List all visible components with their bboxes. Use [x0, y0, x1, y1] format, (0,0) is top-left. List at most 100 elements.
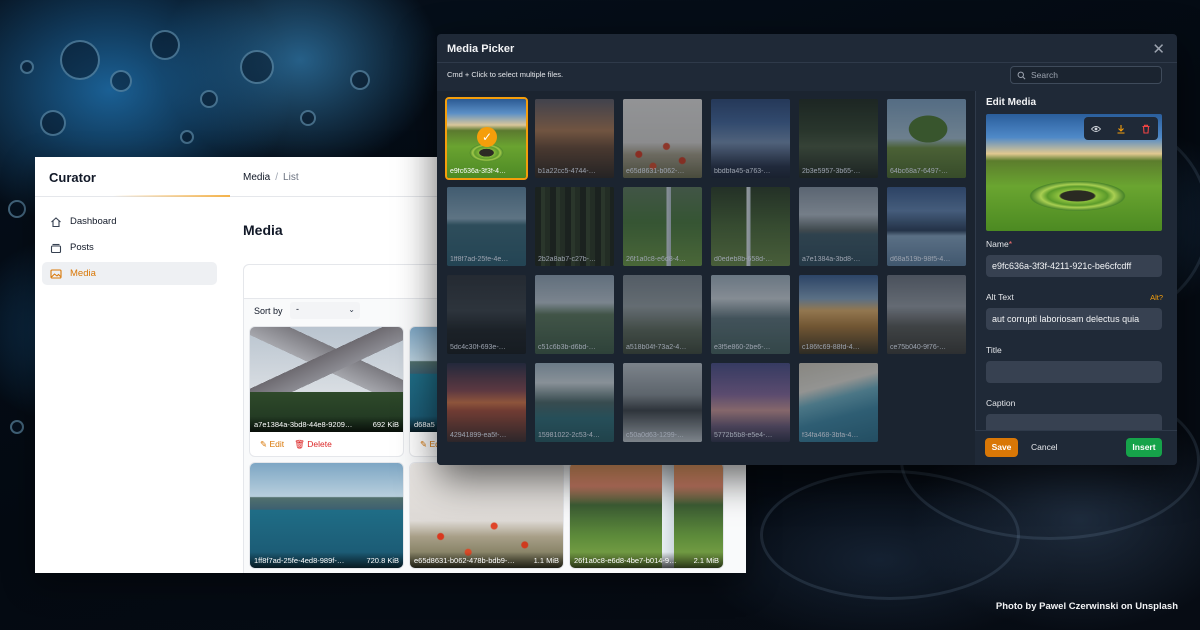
tile-filename: 26f1a0c8-e6d8-4… — [626, 256, 686, 263]
eye-icon[interactable] — [1091, 124, 1102, 134]
media-tile[interactable]: 64bc68a7-6497-… — [887, 99, 966, 178]
media-thumbnail[interactable]: 26f1a0c8-e6d8-4be7-b014-9… 2.1 MiB — [570, 463, 723, 568]
media-tile[interactable]: 1ff8f7ad-25fe-4e… — [447, 187, 526, 266]
tile-filename: d0edeb8b-658d-… — [714, 256, 773, 263]
tile-overlay — [535, 99, 614, 178]
media-tile[interactable]: bbdbfa45-a763-… — [711, 99, 790, 178]
tile-filename: bbdbfa45-a763-… — [714, 168, 771, 175]
media-tile[interactable]: e65d8631-b062-… — [623, 99, 702, 178]
breadcrumb-media[interactable]: Media — [243, 172, 270, 183]
search-placeholder: Search — [1031, 70, 1058, 80]
media-tile[interactable]: 26f1a0c8-e6d8-4… — [623, 187, 702, 266]
media-tile[interactable]: 2b2a8ab7-c27b-… — [535, 187, 614, 266]
save-button[interactable]: Save — [985, 438, 1018, 457]
app-logo[interactable]: Curator — [49, 170, 96, 185]
tile-filename: a518b04f-73a2-4… — [626, 344, 687, 351]
media-tile[interactable]: ce75b040-9f76-… — [887, 275, 966, 354]
media-preview-image — [986, 114, 1162, 231]
tile-filename: e65d8631-b062-… — [626, 168, 685, 175]
title-field[interactable] — [986, 361, 1162, 383]
media-picker-modal: Media Picker ✕ Cmd + Click to select mul… — [437, 34, 1177, 465]
image-icon — [50, 268, 62, 279]
tile-overlay — [711, 187, 790, 266]
modal-footer: Save Cancel Insert — [975, 430, 1177, 465]
tile-overlay — [887, 99, 966, 178]
media-tile[interactable]: 2b3e5957-3b65-… — [799, 99, 878, 178]
tile-overlay — [799, 363, 878, 442]
media-thumbnail[interactable]: a7e1384a-3bd8-44e8-9209… 692 KiB — [250, 327, 403, 432]
media-thumbnail[interactable]: e65d8631-b062-478b-bdb9-… 1.1 MiB — [410, 463, 563, 568]
tile-filename: e3f5e860-2be6-… — [714, 344, 771, 351]
cancel-button[interactable]: Cancel — [1031, 438, 1057, 457]
media-filename: 26f1a0c8-e6d8-4be7-b014-9… — [574, 556, 677, 565]
tile-filename: e9fc636a-3f3f-4… — [450, 168, 507, 175]
media-filename: e65d8631-b062-478b-bdb9-… — [414, 556, 515, 565]
caption-label: Caption — [986, 398, 1016, 408]
media-tile[interactable]: 15981022-2c53-4… — [535, 363, 614, 442]
media-tile[interactable]: a7e1384a-3bd8-… — [799, 187, 878, 266]
tile-filename: 2b3e5957-3b65-… — [802, 168, 861, 175]
sidebar-item-label: Dashboard — [70, 216, 117, 227]
close-icon[interactable]: ✕ — [1152, 40, 1165, 58]
media-tile[interactable]: c186fc69-88fd-4… — [799, 275, 878, 354]
media-filename: 1ff8f7ad-25fe-4ed8-989f-… — [254, 556, 345, 565]
photo-credit: Photo by Pawel Czerwinski on Unsplash — [995, 601, 1178, 612]
sidebar-item-dashboard[interactable]: Dashboard — [42, 210, 217, 233]
insert-button[interactable]: Insert — [1126, 438, 1162, 457]
media-grid: ✓ e9fc636a-3f3f-4… b1a22cc5-4744-… e65d8631… — [437, 91, 975, 465]
tile-overlay — [535, 275, 614, 354]
alt-help-link[interactable]: Alt? — [1150, 293, 1163, 302]
media-filename: a7e1384a-3bd8-44e8-9209… — [254, 420, 353, 429]
sidebar-item-label: Media — [70, 268, 96, 279]
media-tile[interactable]: d0edeb8b-658d-… — [711, 187, 790, 266]
media-tile[interactable]: e3f5e860-2be6-… — [711, 275, 790, 354]
media-tile[interactable]: 5dc4c30f-693e-… — [447, 275, 526, 354]
media-card[interactable]: e65d8631-b062-478b-bdb9-… 1.1 MiB — [409, 462, 564, 569]
media-card[interactable]: a7e1384a-3bd8-44e8-9209… 692 KiB ✎ Edit 🗑… — [249, 326, 404, 457]
sidebar: Dashboard Posts Media — [35, 197, 225, 573]
page-title: Media — [243, 222, 283, 238]
stack-icon — [50, 243, 62, 253]
tile-filename: f34fa468-3bfa-4… — [802, 432, 859, 439]
media-thumbnail[interactable]: 1ff8f7ad-25fe-4ed8-989f-… 720.8 KiB — [250, 463, 403, 568]
trash-icon[interactable] — [1141, 124, 1151, 134]
tile-filename: 2b2a8ab7-c27b-… — [538, 256, 596, 263]
download-icon[interactable] — [1116, 124, 1126, 134]
alt-text-label: Alt Text — [986, 292, 1014, 302]
name-label: Name* — [986, 239, 1012, 249]
media-filename: d68a5 — [414, 420, 435, 429]
media-tile[interactable]: c50a0d63-1299-… — [623, 363, 702, 442]
media-tile[interactable]: 42941899-ea5f-… — [447, 363, 526, 442]
media-tile[interactable]: b1a22cc5-4744-… — [535, 99, 614, 178]
media-tile[interactable]: f34fa468-3bfa-4… — [799, 363, 878, 442]
sort-select[interactable]: - ⌄ — [290, 302, 360, 319]
delete-button[interactable]: 🗑 Delete — [294, 439, 332, 450]
media-tile[interactable]: 5772b5b8-e5e4-… — [711, 363, 790, 442]
sort-label: Sort by — [254, 306, 283, 316]
media-card[interactable]: 26f1a0c8-e6d8-4be7-b014-9… 2.1 MiB — [569, 462, 724, 569]
media-size: 1.1 MiB — [533, 556, 559, 565]
tile-overlay — [447, 275, 526, 354]
tile-filename: c51c6b3b-d6bd-… — [538, 344, 596, 351]
edit-button[interactable]: ✎ Edit — [260, 439, 284, 450]
media-tile[interactable]: d68a519b-98f5-4… — [887, 187, 966, 266]
media-card[interactable]: 1ff8f7ad-25fe-4ed8-989f-… 720.8 KiB — [249, 462, 404, 569]
modal-title: Media Picker — [447, 43, 515, 55]
sidebar-item-posts[interactable]: Posts — [42, 236, 217, 259]
tile-overlay — [799, 99, 878, 178]
tile-overlay — [711, 275, 790, 354]
media-tile[interactable]: a518b04f-73a2-4… — [623, 275, 702, 354]
tile-overlay — [447, 363, 526, 442]
media-tile[interactable]: ✓ e9fc636a-3f3f-4… — [445, 97, 528, 180]
tile-overlay — [799, 275, 878, 354]
multi-select-hint: Cmd + Click to select multiple files. — [447, 70, 564, 79]
media-tile[interactable]: c51c6b3b-d6bd-… — [535, 275, 614, 354]
search-input[interactable]: Search — [1010, 66, 1162, 84]
sort-select-value: - — [296, 304, 299, 314]
name-field[interactable]: e9fc636a-3f3f-4211-921c-be6cfcdff — [986, 255, 1162, 277]
tile-filename: ce75b040-9f76-… — [890, 344, 947, 351]
sidebar-item-media[interactable]: Media — [42, 262, 217, 285]
home-icon — [51, 216, 61, 227]
tile-filename: 5dc4c30f-693e-… — [450, 344, 506, 351]
alt-text-field[interactable]: aut corrupti laboriosam delectus quia — [986, 308, 1162, 330]
